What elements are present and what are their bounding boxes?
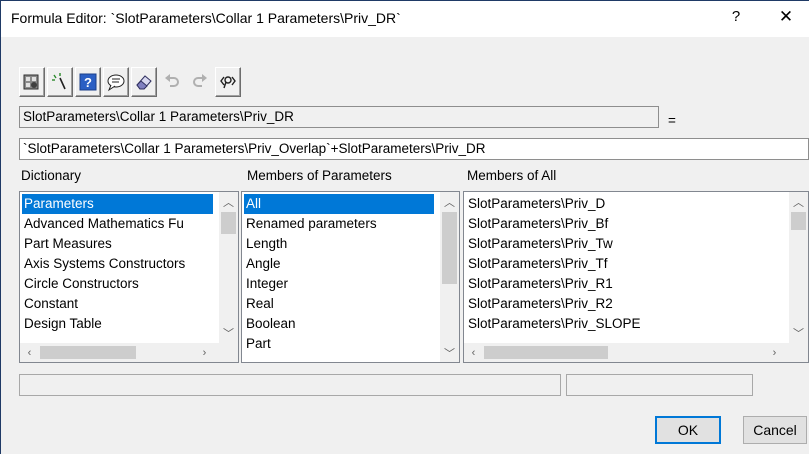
list-item[interactable]: SlotParameters\Priv_SLOPE xyxy=(466,314,782,334)
scroll-right-arrow-icon[interactable]: › xyxy=(766,344,783,361)
close-button[interactable]: ✕ xyxy=(768,7,804,27)
formula-input[interactable]: `SlotParameters\Collar 1 Parameters\Priv… xyxy=(19,138,809,160)
cancel-button[interactable]: Cancel xyxy=(743,416,807,444)
list-item[interactable]: Axis Systems Constructors xyxy=(22,254,213,274)
formula-editor-dialog: Formula Editor: `SlotParameters\Collar 1… xyxy=(0,0,809,454)
dictionary-header: Dictionary xyxy=(21,168,82,183)
members-horizontal-scrollbar[interactable]: ‹ › xyxy=(464,343,808,362)
scroll-down-arrow-icon[interactable]: ﹀ xyxy=(441,344,458,361)
scroll-left-arrow-icon[interactable]: ‹ xyxy=(21,344,38,361)
scroll-thumb[interactable] xyxy=(484,346,608,359)
comment-button[interactable] xyxy=(103,67,129,97)
list-item[interactable]: Angle xyxy=(244,254,434,274)
scroll-right-arrow-icon[interactable]: › xyxy=(196,344,213,361)
list-item[interactable]: Renamed parameters xyxy=(244,214,434,234)
window-title: Formula Editor: `SlotParameters\Collar 1… xyxy=(11,10,401,26)
equals-sign: = xyxy=(668,113,676,128)
members-of-parameters-list[interactable]: All Renamed parameters Length Angle Inte… xyxy=(241,191,460,363)
redo-button[interactable] xyxy=(187,67,213,97)
redo-icon xyxy=(190,72,210,92)
list-item[interactable]: SlotParameters\Priv_Bf xyxy=(466,214,782,234)
scroll-thumb[interactable] xyxy=(221,212,236,234)
list-item[interactable]: Advanced Mathematics Fu xyxy=(22,214,213,234)
search-icon xyxy=(218,72,238,92)
members-of-all-list[interactable]: SlotParameters\Priv_D SlotParameters\Pri… xyxy=(463,191,809,363)
list-item[interactable]: SlotParameters\Priv_D xyxy=(466,194,782,214)
scroll-thumb[interactable] xyxy=(442,212,457,284)
members-of-all-header: Members of All xyxy=(467,168,557,183)
speech-bubble-icon xyxy=(106,72,126,92)
list-item[interactable]: All xyxy=(244,194,434,214)
scroll-left-arrow-icon[interactable]: ‹ xyxy=(465,344,482,361)
magic-wand-icon xyxy=(50,72,70,92)
undo-button[interactable] xyxy=(159,67,185,97)
settings-button[interactable] xyxy=(19,67,45,97)
scroll-up-arrow-icon[interactable]: ︿ xyxy=(441,193,458,210)
help-book-button[interactable]: ? xyxy=(75,67,101,97)
search-button[interactable] xyxy=(215,67,241,97)
parameters-vertical-scrollbar[interactable]: ︿ ﹀ xyxy=(440,192,459,362)
undo-icon xyxy=(162,72,182,92)
list-item[interactable]: Integer xyxy=(244,274,434,294)
members-vertical-scrollbar[interactable]: ︿ ﹀ xyxy=(789,192,808,343)
dictionary-horizontal-scrollbar[interactable]: ‹ › xyxy=(20,343,238,362)
members-of-parameters-header: Members of Parameters xyxy=(247,168,392,183)
list-item[interactable]: SlotParameters\Priv_R2 xyxy=(466,294,782,314)
list-item[interactable]: Length xyxy=(244,234,434,254)
list-item[interactable]: Circle Constructors xyxy=(22,274,213,294)
dictionary-vertical-scrollbar[interactable]: ︿ ﹀ xyxy=(219,192,238,343)
scroll-thumb[interactable] xyxy=(791,212,806,230)
erase-button[interactable] xyxy=(131,67,157,97)
status-field-right xyxy=(566,374,753,396)
scroll-thumb[interactable] xyxy=(40,346,136,359)
status-field-left xyxy=(19,374,561,396)
list-item[interactable]: SlotParameters\Priv_Tw xyxy=(466,234,782,254)
help-button[interactable]: ? xyxy=(721,8,751,25)
list-item[interactable]: SlotParameters\Priv_Tf xyxy=(466,254,782,274)
list-item[interactable]: Part Measures xyxy=(22,234,213,254)
wand-button[interactable] xyxy=(47,67,73,97)
settings-icon xyxy=(22,72,42,92)
scroll-up-arrow-icon[interactable]: ︿ xyxy=(790,193,807,210)
eraser-icon xyxy=(134,72,154,92)
ok-button[interactable]: OK xyxy=(655,416,721,444)
list-item[interactable]: Real xyxy=(244,294,434,314)
list-item[interactable]: Design Table xyxy=(22,314,213,334)
list-item[interactable]: Part xyxy=(244,334,434,354)
list-item[interactable]: Parameters xyxy=(22,194,213,214)
svg-text:?: ? xyxy=(84,75,92,90)
help-icon: ? xyxy=(78,72,98,92)
list-item[interactable]: Constant xyxy=(22,294,213,314)
scroll-down-arrow-icon[interactable]: ﹀ xyxy=(790,324,807,341)
parameter-name-field: SlotParameters\Collar 1 Parameters\Priv_… xyxy=(19,106,659,128)
title-bar[interactable]: Formula Editor: `SlotParameters\Collar 1… xyxy=(1,1,809,37)
scroll-down-arrow-icon[interactable]: ﹀ xyxy=(220,324,237,341)
list-item[interactable]: SlotParameters\Priv_R1 xyxy=(466,274,782,294)
list-item[interactable]: Boolean xyxy=(244,314,434,334)
scroll-up-arrow-icon[interactable]: ︿ xyxy=(220,193,237,210)
dictionary-list[interactable]: Parameters Advanced Mathematics Fu Part … xyxy=(19,191,239,363)
